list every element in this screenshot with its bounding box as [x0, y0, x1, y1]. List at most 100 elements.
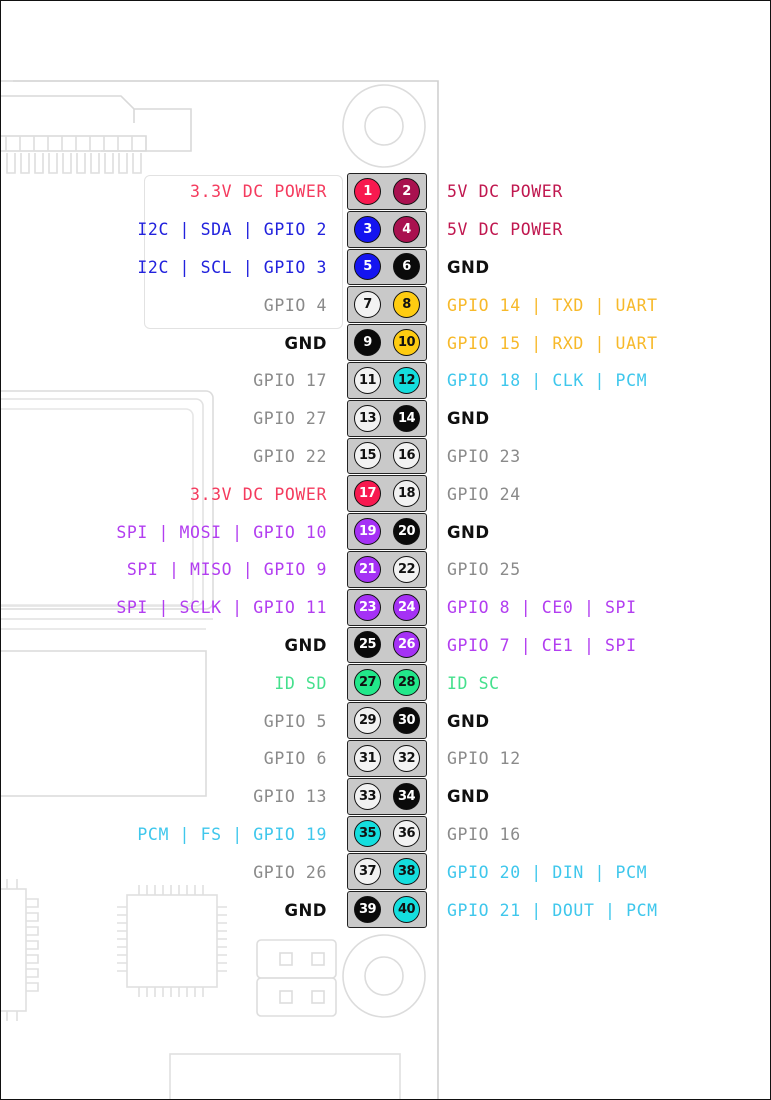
left-label-pin-1: 3.3V DC POWER — [190, 182, 327, 202]
right-label-pin-36: GPIO 16 — [447, 824, 521, 844]
gpio-header-strip: 1 2 3 4 5 6 7 8 9 10 11 12 13 14 15 16 17 18 19 20 21 22 23 24 2… — [347, 173, 427, 928]
right-pin-labels: 5V DC POWER 5V DC POWER GND GPIO 14 | TXD |… — [447, 173, 770, 929]
right-label-pin-16: GPIO 23 — [447, 446, 521, 466]
pin-37[interactable]: 37 — [354, 858, 381, 886]
pin-39[interactable]: 39 — [354, 896, 381, 924]
pin-5[interactable]: 5 — [354, 253, 381, 281]
pin-35[interactable]: 35 — [354, 820, 381, 848]
pin-pair-row: 31 32 — [347, 739, 427, 777]
right-label-pin-28: ID SC — [447, 673, 500, 693]
pin-pair-row: 33 34 — [347, 777, 427, 815]
right-label-pin-18: GPIO 24 — [447, 484, 521, 504]
right-label-pin-4: 5V DC POWER — [447, 220, 563, 240]
right-label-pin-10: GPIO 15 | RXD | UART — [447, 333, 658, 353]
left-label-pin-15: GPIO 22 — [253, 446, 327, 466]
left-label-pin-5: I2C | SCL | GPIO 3 — [137, 257, 327, 277]
pin-pair-row: 29 30 — [347, 702, 427, 739]
pin-pair-row: 37 38 — [347, 853, 427, 891]
pin-33[interactable]: 33 — [354, 782, 381, 810]
pin-29[interactable]: 29 — [354, 707, 381, 735]
right-label-pin-22: GPIO 25 — [447, 560, 521, 580]
pin-4[interactable]: 4 — [393, 215, 420, 243]
pin-pair-row: 21 22 — [347, 550, 427, 588]
left-label-pin-13: GPIO 27 — [253, 409, 327, 429]
pin-12[interactable]: 12 — [393, 366, 420, 394]
pin-6[interactable]: 6 — [393, 253, 420, 281]
left-label-pin-17: 3.3V DC POWER — [190, 484, 327, 504]
pin-36[interactable]: 36 — [393, 820, 420, 848]
pin-21[interactable]: 21 — [354, 555, 381, 583]
right-label-pin-38: GPIO 20 | DIN | PCM — [447, 862, 648, 882]
left-label-pin-11: GPIO 17 — [253, 371, 327, 391]
pin-22[interactable]: 22 — [393, 555, 420, 583]
pin-8[interactable]: 8 — [393, 291, 420, 319]
right-label-pin-20: GND — [447, 522, 490, 542]
pin-40[interactable]: 40 — [393, 896, 420, 924]
pin-20[interactable]: 20 — [393, 518, 420, 546]
left-label-pin-33: GPIO 13 — [253, 787, 327, 807]
left-label-pin-3: I2C | SDA | GPIO 2 — [137, 220, 327, 240]
pin-23[interactable]: 23 — [354, 593, 381, 621]
pin-16[interactable]: 16 — [393, 442, 420, 470]
right-label-pin-24: GPIO 8 | CE0 | SPI — [447, 598, 637, 618]
right-label-pin-6: GND — [447, 257, 490, 277]
pin-11[interactable]: 11 — [354, 366, 381, 394]
pin-pair-row: 15 16 — [347, 437, 427, 475]
left-label-pin-25: GND — [284, 635, 327, 655]
pin-10[interactable]: 10 — [393, 329, 420, 357]
pin-pair-row: 39 40 — [347, 891, 427, 928]
pin-27[interactable]: 27 — [354, 669, 381, 697]
pin-30[interactable]: 30 — [393, 707, 420, 735]
pin-14[interactable]: 14 — [393, 404, 420, 432]
left-label-pin-19: SPI | MOSI | GPIO 10 — [116, 522, 327, 542]
pin-32[interactable]: 32 — [393, 744, 420, 772]
right-label-pin-26: GPIO 7 | CE1 | SPI — [447, 635, 637, 655]
pin-38[interactable]: 38 — [393, 858, 420, 886]
right-label-pin-14: GND — [447, 409, 490, 429]
pin-17[interactable]: 17 — [354, 480, 381, 508]
left-label-pin-21: SPI | MISO | GPIO 9 — [126, 560, 327, 580]
pin-pair-row: 25 26 — [347, 626, 427, 664]
left-label-pin-37: GPIO 26 — [253, 862, 327, 882]
pin-31[interactable]: 31 — [354, 744, 381, 772]
right-label-pin-40: GPIO 21 | DOUT | PCM — [447, 900, 658, 920]
left-pin-labels: 3.3V DC POWER I2C | SDA | GPIO 2 I2C | SCL… — [1, 173, 337, 929]
pin-pair-row: 9 10 — [347, 324, 427, 361]
left-label-pin-31: GPIO 6 — [263, 749, 327, 769]
left-label-pin-7: GPIO 4 — [263, 295, 327, 315]
pin-28[interactable]: 28 — [393, 669, 420, 697]
pin-pair-row: 56 — [347, 248, 427, 286]
pin-1[interactable]: 1 — [354, 177, 381, 205]
pin-pair-row: 27 28 — [347, 664, 427, 702]
pin-24[interactable]: 24 — [393, 593, 420, 621]
left-label-pin-39: GND — [284, 900, 327, 920]
left-label-pin-29: GPIO 5 — [263, 711, 327, 731]
left-label-pin-35: PCM | FS | GPIO 19 — [137, 824, 327, 844]
pin-13[interactable]: 13 — [354, 404, 381, 432]
pin-pair-row: 12 — [347, 173, 427, 210]
left-label-pin-23: SPI | SCLK | GPIO 11 — [116, 598, 327, 618]
pin-pair-row: 13 14 — [347, 399, 427, 437]
pin-15[interactable]: 15 — [354, 442, 381, 470]
pin-26[interactable]: 26 — [393, 631, 420, 659]
pin-3[interactable]: 3 — [354, 215, 381, 243]
right-label-pin-32: GPIO 12 — [447, 749, 521, 769]
pin-2[interactable]: 2 — [393, 177, 420, 205]
pin-9[interactable]: 9 — [354, 329, 381, 357]
pin-pair-row: 11 12 — [347, 361, 427, 399]
pin-7[interactable]: 7 — [354, 291, 381, 319]
right-label-pin-2: 5V DC POWER — [447, 182, 563, 202]
pin-pair-row: 17 18 — [347, 475, 427, 513]
right-label-pin-12: GPIO 18 | CLK | PCM — [447, 371, 648, 391]
pin-pair-row: 78 — [347, 286, 427, 324]
pin-pair-row: 34 — [347, 210, 427, 248]
pin-34[interactable]: 34 — [393, 782, 420, 810]
pin-19[interactable]: 19 — [354, 518, 381, 546]
left-label-pin-27: ID SD — [274, 673, 327, 693]
pin-pair-row: 35 36 — [347, 815, 427, 853]
pin-25[interactable]: 25 — [354, 631, 381, 659]
pin-18[interactable]: 18 — [393, 480, 420, 508]
right-label-pin-8: GPIO 14 | TXD | UART — [447, 295, 658, 315]
pin-pair-row: 19 20 — [347, 513, 427, 550]
pinout-diagram: 3.3V DC POWER I2C | SDA | GPIO 2 I2C | SCL… — [0, 0, 771, 1100]
